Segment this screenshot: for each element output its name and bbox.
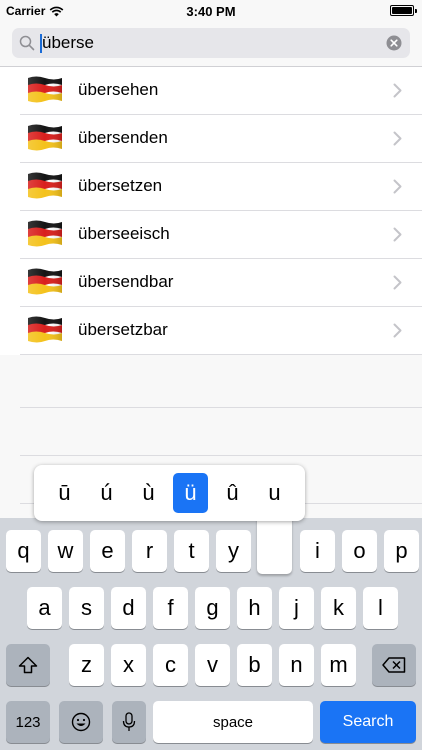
search-icon (19, 35, 35, 51)
german-flag-icon (28, 220, 62, 247)
key-m[interactable]: m (321, 644, 356, 686)
results-list: übersehen übersenden übersetzen überseei… (0, 67, 422, 355)
chevron-right-icon (393, 275, 402, 290)
list-item-label: übersenden (78, 128, 168, 147)
status-bar: Carrier 3:40 PM (0, 0, 422, 22)
accent-popup: ūúùüûu (34, 465, 305, 521)
list-item-label: übersehen (78, 80, 159, 99)
list-item[interactable]: übersehen (20, 67, 422, 115)
list-item[interactable]: übersendbar (20, 259, 422, 307)
accent-option[interactable]: u (257, 473, 292, 513)
chevron-right-icon (393, 323, 402, 338)
shift-key[interactable] (6, 644, 50, 686)
key-l[interactable]: l (363, 587, 398, 629)
key-d[interactable]: d (111, 587, 146, 629)
key-y[interactable]: y (216, 530, 251, 572)
list-item[interactable]: übersenden (20, 115, 422, 163)
key-q[interactable]: q (6, 530, 41, 572)
german-flag-icon (28, 76, 62, 103)
german-flag-icon (28, 124, 62, 151)
key-h[interactable]: h (237, 587, 272, 629)
search-bar (0, 22, 422, 67)
key-o[interactable]: o (342, 530, 377, 572)
chevron-right-icon (393, 83, 402, 98)
space-key[interactable]: space (153, 701, 313, 743)
german-flag-icon (28, 268, 62, 295)
key-x[interactable]: x (111, 644, 146, 686)
accent-option[interactable]: ù (131, 473, 166, 513)
key-z[interactable]: z (69, 644, 104, 686)
list-item-label: überseeisch (78, 224, 170, 243)
chevron-right-icon (393, 179, 402, 194)
clear-icon[interactable] (386, 35, 402, 51)
microphone-icon (122, 712, 136, 731)
accent-option[interactable]: û (215, 473, 250, 513)
german-flag-icon (28, 316, 62, 343)
list-item-label: übersetzen (78, 176, 163, 195)
search-input[interactable] (40, 28, 372, 58)
chevron-right-icon (393, 131, 402, 146)
text-caret (40, 34, 42, 53)
battery-icon (390, 5, 417, 16)
clock: 3:40 PM (186, 4, 236, 19)
list-item[interactable]: überseeisch (20, 211, 422, 259)
search-key[interactable]: Search (320, 701, 416, 743)
keyboard: 123 space Search qwerty iop asdfghjkl zxcvb… (0, 518, 422, 750)
dictation-key[interactable] (112, 701, 146, 743)
key-r[interactable]: r (132, 530, 167, 572)
list-item-label: übersetzbar (78, 320, 168, 339)
accent-popup-stem (257, 512, 292, 574)
key-v[interactable]: v (195, 644, 230, 686)
key-b[interactable]: b (237, 644, 272, 686)
divider (20, 455, 422, 456)
list-item-label: übersendbar (78, 272, 174, 291)
delete-key[interactable] (372, 644, 416, 686)
key-j[interactable]: j (279, 587, 314, 629)
key-w[interactable]: w (48, 530, 83, 572)
key-g[interactable]: g (195, 587, 230, 629)
chevron-right-icon (393, 227, 402, 242)
key-i[interactable]: i (300, 530, 335, 572)
numbers-key[interactable]: 123 (6, 701, 50, 743)
key-c[interactable]: c (153, 644, 188, 686)
accent-option[interactable]: ü (173, 473, 208, 513)
key-a[interactable]: a (27, 587, 62, 629)
divider (20, 407, 422, 408)
search-field[interactable] (12, 28, 410, 58)
key-p[interactable]: p (384, 530, 419, 572)
emoji-key[interactable] (59, 701, 103, 743)
key-e[interactable]: e (90, 530, 125, 572)
key-n[interactable]: n (279, 644, 314, 686)
german-flag-icon (28, 172, 62, 199)
key-f[interactable]: f (153, 587, 188, 629)
list-item[interactable]: übersetzen (20, 163, 422, 211)
key-k[interactable]: k (321, 587, 356, 629)
backspace-icon (382, 657, 406, 673)
accent-option[interactable]: ú (89, 473, 124, 513)
accent-option[interactable]: ū (47, 473, 82, 513)
key-t[interactable]: t (174, 530, 209, 572)
list-item[interactable]: übersetzbar (20, 307, 422, 355)
shift-icon (18, 656, 38, 674)
key-s[interactable]: s (69, 587, 104, 629)
emoji-icon (71, 712, 91, 732)
